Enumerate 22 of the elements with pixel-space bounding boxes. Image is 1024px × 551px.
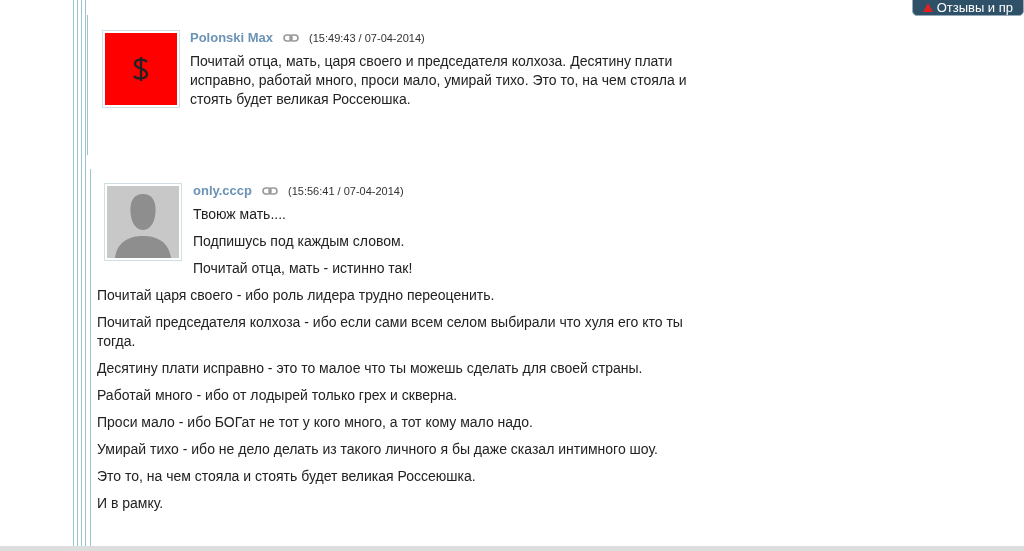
warning-icon	[922, 2, 933, 12]
comment-text: Почитай председателя колхоза - ибо если сами всем селом выбирали что хуля его кто ты тогда.	[97, 313, 684, 351]
dollar-icon	[131, 54, 151, 84]
author-link[interactable]: only.cccp	[193, 183, 252, 198]
comment-text: Десятину плати исправно - это то малое что ты можешь сделать для своей страны.	[97, 359, 644, 378]
author-link[interactable]: Polonski Max	[190, 30, 274, 45]
comment-time: (15:56:41 / 07-04-2014)	[288, 184, 404, 197]
link-icon[interactable]	[283, 33, 300, 42]
comment-text: Почитай отца, мать, царя своего и председателя колхоза. Десятину плати исправно, работай много, проси мало, умирай тихо. Это то, на чем стояла и стоять будет великая Россеюшка.	[190, 52, 688, 109]
comment-text: Твоюж мать....	[193, 205, 287, 224]
silhouette-icon	[107, 186, 179, 258]
comment-text: Это то, на чем стояла и стоять будет великая Россеюшка.	[97, 467, 477, 486]
comment-text: Подпишусь под каждым словом.	[193, 232, 406, 251]
comment-text: Почитай отца, мать - истинно так!	[193, 259, 414, 278]
comment-text: Умирай тихо - ибо не дело делать из такого личного я бы даже сказал интимного шоу.	[97, 440, 659, 459]
comment-text: Работай много - ибо от лодырей только грех и скверна.	[97, 386, 459, 405]
comment-time: (15:49:43 / 07-04-2014)	[309, 31, 425, 44]
comment-text: Проси мало - ибо БОГат не тот у кого много, а тот кому мало надо.	[97, 413, 534, 432]
link-icon[interactable]	[262, 186, 278, 195]
comment-text: И в рамку.	[97, 494, 165, 513]
reviews-button[interactable]: Отзывы и пр	[911, 0, 1024, 16]
comment-text: Почитай царя своего - ибо роль лидера трудно переоценить.	[97, 286, 496, 305]
